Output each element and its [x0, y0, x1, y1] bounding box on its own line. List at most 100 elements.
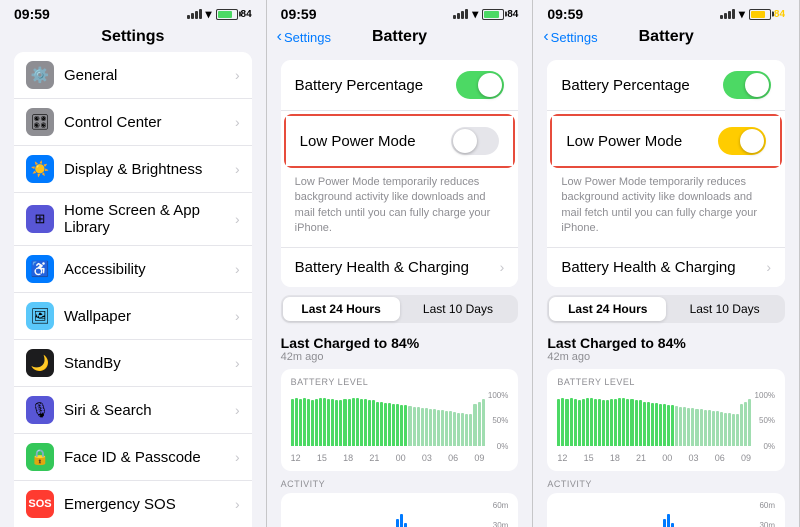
bar-16	[622, 398, 625, 445]
battery-status-icon-2: 84	[482, 9, 518, 20]
bar-7	[586, 398, 589, 445]
activity-lines-2: 60m 30m 0m	[493, 501, 509, 527]
bar-13	[343, 399, 346, 445]
bar-34	[695, 409, 698, 446]
battery-health-row-2[interactable]: Battery Health & Charging ›	[281, 247, 519, 287]
settings-item-siri[interactable]: 🎙 Siri & Search ›	[14, 387, 252, 434]
bar-2	[565, 399, 568, 445]
low-power-row-2: Low Power Mode	[286, 116, 514, 166]
battery-health-label-2: Battery Health & Charging	[295, 259, 469, 276]
activity-label-2: ACTIVITY	[281, 479, 519, 489]
settings-header: Settings	[0, 24, 266, 52]
bar-8	[323, 398, 326, 446]
time-tabs-2: Last 24 Hours Last 10 Days	[281, 295, 519, 323]
bar-47	[748, 399, 751, 445]
back-label-2: Settings	[284, 30, 331, 45]
battery-bars-2	[291, 391, 485, 446]
bar-11	[335, 400, 338, 446]
battery-pct-1: 84	[241, 9, 252, 20]
faceid-label: Face ID & Passcode	[64, 449, 235, 466]
activity-section-2: ACTIVITY	[267, 475, 533, 489]
bar-12	[339, 400, 342, 445]
settings-item-wallpaper[interactable]: 🖼 Wallpaper ›	[14, 293, 252, 340]
battery-health-label-3: Battery Health & Charging	[561, 259, 735, 276]
bar-18	[364, 399, 367, 445]
bar-31	[417, 407, 420, 446]
bar-26	[396, 404, 399, 445]
bar-31	[683, 407, 686, 446]
battery-bars-3	[557, 391, 751, 446]
settings-item-sos[interactable]: SOS Emergency SOS ›	[14, 481, 252, 527]
signal-icon-2	[453, 9, 468, 19]
bar-27	[400, 514, 403, 527]
bar-37	[708, 410, 711, 445]
wifi-icon-3: ▾	[739, 7, 745, 21]
tab-24h-2[interactable]: Last 24 Hours	[283, 297, 400, 321]
battery-health-row-3[interactable]: Battery Health & Charging ›	[547, 247, 785, 287]
settings-item-standby[interactable]: 🌙 StandBy ›	[14, 340, 252, 387]
back-arrow-3: ‹	[543, 28, 548, 46]
bar-46	[478, 402, 481, 446]
activity-chart-2: 60m 30m 0m Oct 8 18 21 Oct 9 03 06 09	[281, 493, 519, 527]
back-button-2[interactable]: ‹ Settings	[277, 28, 331, 46]
standby-icon: 🌙	[26, 349, 54, 377]
bar-28	[671, 523, 674, 527]
low-power-toggle-2[interactable]	[451, 127, 499, 155]
chart-area-3: 100% 50% 0%	[557, 391, 775, 451]
battery-pct-2: 84	[507, 9, 518, 20]
battery-panel-on: 09:59 ▾ 84 ‹ Settings Battery	[533, 0, 800, 527]
time-3: 09:59	[547, 6, 583, 22]
bar-44	[736, 414, 739, 445]
signal-icon	[187, 9, 202, 19]
bar-5	[311, 400, 314, 446]
low-power-toggle-3[interactable]	[718, 127, 766, 155]
activity-bars-3	[557, 501, 751, 527]
activity-lines-3: 60m 30m 0m	[759, 501, 775, 527]
general-chevron: ›	[235, 67, 240, 83]
settings-item-general[interactable]: ⚙️ General ›	[14, 52, 252, 99]
bar-47	[482, 399, 485, 445]
home-label: Home Screen & App Library	[64, 202, 235, 236]
bar-19	[635, 400, 638, 446]
settings-item-accessibility[interactable]: ♿ Accessibility ›	[14, 246, 252, 293]
chart-label-2: BATTERY LEVEL	[291, 377, 509, 387]
battery-header-2: ‹ Settings Battery	[267, 24, 533, 52]
bar-22	[380, 402, 383, 445]
settings-item-display[interactable]: ☀️ Display & Brightness ›	[14, 146, 252, 193]
settings-item-home[interactable]: ⊞ Home Screen & App Library ›	[14, 193, 252, 246]
bar-39	[449, 411, 452, 445]
charge-info-3: Last Charged to 84% 42m ago	[533, 331, 799, 365]
bar-14	[614, 399, 617, 446]
settings-item-faceid[interactable]: 🔒 Face ID & Passcode ›	[14, 434, 252, 481]
bar-37	[441, 410, 444, 445]
bar-26	[663, 404, 666, 445]
bar-15	[352, 398, 355, 446]
tab-10d-2[interactable]: Last 10 Days	[400, 297, 517, 321]
settings-item-control-center[interactable]: 🎛 Control Center ›	[14, 99, 252, 146]
bar-13	[610, 399, 613, 445]
bar-1	[295, 398, 298, 446]
wifi-icon: ▾	[206, 7, 212, 21]
bar-6	[315, 399, 318, 445]
activity-label-3: ACTIVITY	[547, 479, 785, 489]
bar-45	[740, 404, 743, 445]
bar-29	[408, 406, 411, 446]
charge-title-2: Last Charged to 84%	[281, 335, 519, 351]
low-power-highlight-2: Low Power Mode	[284, 114, 516, 168]
battery-percentage-toggle-2[interactable]	[456, 71, 504, 99]
low-power-row-3: Low Power Mode	[552, 116, 780, 166]
tab-24h-3[interactable]: Last 24 Hours	[549, 297, 666, 321]
bar-23	[384, 403, 387, 446]
back-button-3[interactable]: ‹ Settings	[543, 28, 597, 46]
bar-9	[594, 399, 597, 446]
chart-label-3: BATTERY LEVEL	[557, 377, 775, 387]
low-power-highlight-3: Low Power Mode	[550, 114, 782, 168]
battery-percentage-row-2: Battery Percentage	[281, 60, 519, 111]
siri-icon: 🎙	[26, 396, 54, 424]
wallpaper-label: Wallpaper	[64, 308, 235, 325]
battery-percentage-toggle-3[interactable]	[723, 71, 771, 99]
bar-25	[392, 404, 395, 446]
tab-10d-3[interactable]: Last 10 Days	[666, 297, 783, 321]
back-arrow-2: ‹	[277, 28, 282, 46]
status-bar-1: 09:59 ▾ 84	[0, 0, 266, 24]
